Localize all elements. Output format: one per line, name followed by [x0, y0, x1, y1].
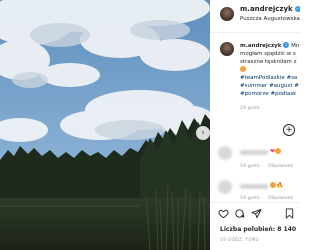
caption-username[interactable]: m.andrejczyk: [240, 43, 281, 49]
carousel-next-button[interactable]: ›: [196, 126, 210, 140]
load-more-comments-button[interactable]: +: [283, 124, 295, 136]
reply-button[interactable]: Odpowiedz: [268, 196, 293, 201]
comment-blurred-text: [240, 150, 268, 155]
post-actions: Liczba polubień: 8 140 19 GODZ. TEMU: [210, 202, 300, 250]
share-icon[interactable]: [251, 208, 262, 219]
post-username[interactable]: m.andrejczyk ✓: [240, 5, 300, 13]
caption-line-2: mogłam spędzić w s: [240, 51, 296, 57]
comment-avatar[interactable]: [218, 146, 232, 160]
caption-time[interactable]: 19 godz.: [240, 106, 261, 111]
username-text[interactable]: m.andrejczyk: [240, 5, 293, 13]
comment-emojis: 🔥: [270, 182, 283, 189]
post-header: m.andrejczyk ✓ Puszcza Augustowska: [210, 0, 300, 33]
avatar[interactable]: [220, 7, 234, 21]
lake-forest-photo: [0, 0, 210, 250]
comment-emojis: ❤: [270, 148, 282, 155]
caption-line-3: straszne tęskniłam z: [240, 59, 297, 65]
verified-badge-icon: ✓: [283, 42, 290, 48]
comment-time[interactable]: 19 godz.: [240, 164, 261, 169]
hashtag-line-1[interactable]: #teamPodlaskie #sa: [240, 74, 297, 82]
post-time[interactable]: 19 GODZ. TEMU: [220, 238, 259, 243]
caption-text: Mn: [291, 43, 300, 49]
comment-blurred-text: [240, 184, 268, 189]
fire-icon: 🔥: [276, 182, 284, 189]
likes-count[interactable]: Liczba polubień: 8 140: [220, 226, 296, 233]
post-side-panel: m.andrejczyk ✓ Puszcza Augustowska m.andr…: [210, 0, 300, 250]
emoji-icon: [240, 66, 246, 72]
heart-outline-icon[interactable]: [218, 208, 229, 219]
verified-badge-icon: ✓: [294, 6, 300, 12]
hashtag-line-2[interactable]: #summer #august #: [240, 82, 299, 90]
hashtag-line-3[interactable]: #pomorze #podlask: [240, 90, 296, 98]
emoji-icon: [275, 148, 282, 154]
comment-time[interactable]: 19 godz.: [240, 196, 261, 201]
caption-line-1: m.andrejczyk ✓ Mn: [240, 42, 299, 50]
caption-avatar[interactable]: [220, 42, 234, 56]
post-location[interactable]: Puszcza Augustowska: [240, 16, 300, 22]
bookmark-icon[interactable]: [284, 208, 295, 219]
comment-icon[interactable]: [234, 208, 245, 219]
post-photo[interactable]: ›: [0, 0, 210, 250]
comment-avatar[interactable]: [218, 180, 232, 194]
caption-emoji: [240, 66, 246, 74]
reply-button[interactable]: Odpowiedz: [268, 164, 293, 169]
